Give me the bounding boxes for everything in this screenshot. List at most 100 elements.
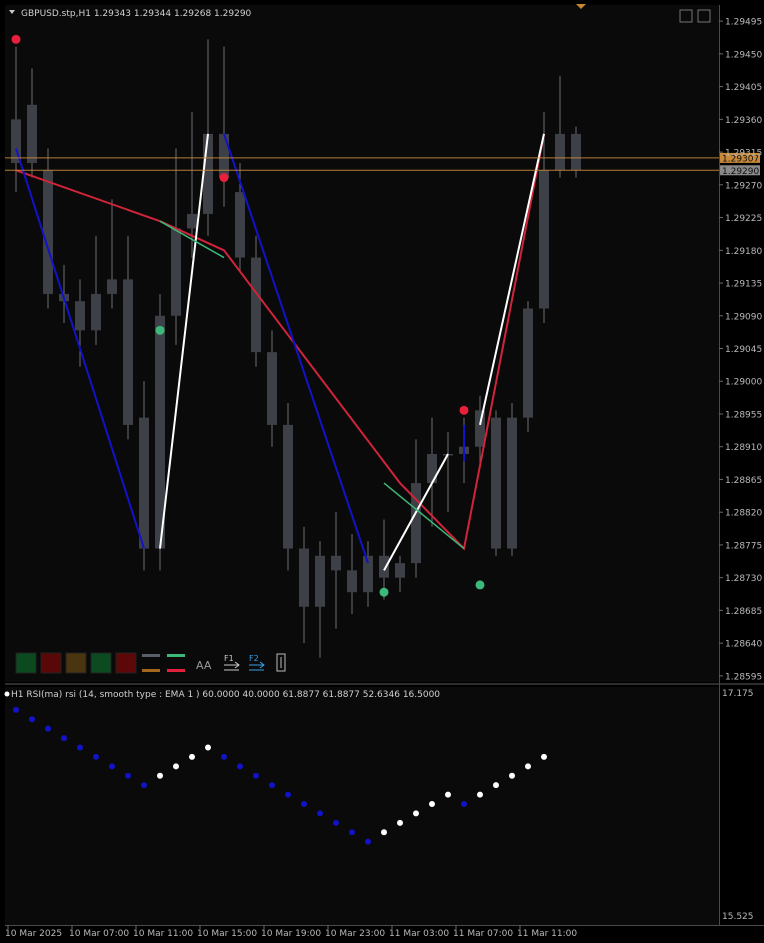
rsi-dot-blue [365,838,371,845]
rsi-dot-blue [125,772,131,779]
indicator-axis-bottom: 15.525 [722,912,754,922]
rsi-dot-blue [61,735,67,742]
candle-body [299,548,309,607]
price-axis-label: 1.28685 [725,607,762,617]
rsi-dot-blue [253,772,259,779]
trading-chart[interactable]: 1.293071.29290 1.294951.294501.294051.29… [0,0,764,943]
candle-body [379,555,389,578]
time-axis-label: 10 Mar 07:00 [69,929,129,939]
indicator-pane[interactable] [5,687,719,925]
candle-body [491,417,501,549]
price-axis-label: 1.28730 [725,574,762,584]
candle-body [347,570,357,593]
price-axis-label: 1.29090 [725,312,762,322]
candle-body [139,417,149,549]
svg-text:F1: F1 [224,654,234,663]
signal-dot-red [11,34,21,44]
price-axis-label: 1.28955 [725,410,762,420]
price-axis-label: 1.28910 [725,443,762,453]
rsi-dot-blue [461,801,467,807]
candle-body [507,417,517,549]
rsi-dot-blue [333,819,339,826]
candle-body [235,192,245,258]
price-axis-label: 1.28595 [725,672,762,682]
price-axis[interactable]: 1.29495 1.29450 1.29405 1.29360 1.29315 1.292… [719,18,762,683]
color-swatch-button[interactable] [40,652,62,674]
candle-body [91,293,101,331]
time-axis-label: 11 Mar 07:00 [453,929,513,939]
price-axis-label: 1.29405 [725,83,762,93]
time-axis-label: 10 Mar 15:00 [197,929,257,939]
candle-body [203,133,213,214]
price-axis-label: 1.29225 [725,214,762,224]
color-swatch-button[interactable] [15,652,37,674]
price-axis-label: 1.29135 [725,280,762,290]
candle-body [475,410,485,447]
rsi-dot-white [541,753,547,760]
candle-body [43,170,53,294]
rsi-dot-white [445,791,451,798]
time-axis-label: 11 Mar 11:00 [517,929,577,939]
candle-body [539,170,549,309]
signal-dot-green [379,587,389,597]
candle-body [331,555,341,571]
candle-body [315,555,325,607]
rsi-dot-blue [141,782,147,789]
color-swatch-button[interactable] [65,652,87,674]
rsi-dot-white [525,763,531,770]
rsi-dot-white [189,753,195,760]
price-axis-label: 1.29450 [725,50,762,60]
signal-dot-green [155,325,165,335]
signal-dot-red [459,405,469,415]
price-badge-label: 1.29290 [722,167,759,177]
price-axis-label: 1.28775 [725,541,762,551]
rsi-dot-blue [301,801,307,807]
candle-body [395,563,405,578]
candle-body [523,308,533,418]
candle-body [267,352,277,425]
candle-body [283,424,293,549]
svg-text:F2: F2 [249,654,259,663]
rsi-dot-blue [77,744,83,751]
rsi-dot-blue [237,763,243,770]
time-axis-label: 10 Mar 11:00 [133,929,193,939]
rsi-dot-blue [13,706,19,713]
rsi-dot-white [413,810,419,817]
rsi-dot-white [205,744,211,751]
rsi-dot-blue [109,763,115,770]
indicator-marker-icon [4,691,10,697]
price-axis-label: 1.29180 [725,247,762,257]
rsi-dot-white [493,782,499,789]
rsi-dot-blue [285,791,291,798]
candle-body [123,279,133,425]
rsi-dot-white [477,791,483,798]
price-axis-label: 1.28865 [725,476,762,486]
candle-body [187,213,197,229]
candle-body [555,133,565,171]
color-swatch-button[interactable] [115,652,137,674]
price-axis-label: 1.29270 [725,181,762,191]
rsi-dot-white [397,819,403,826]
color-swatch-button[interactable] [90,652,112,674]
candle-body [171,228,181,316]
rsi-dot-white [509,772,515,779]
time-axis-label: 11 Mar 03:00 [389,929,449,939]
rsi-dot-white [157,772,163,779]
price-axis-label: 1.29000 [725,378,762,388]
indicator-label: H1 RSI(ma) rsi (14, smooth type : EMA 1 … [11,690,440,700]
price-axis-label: 1.29495 [725,18,762,28]
price-axis-label: 1.28820 [725,509,762,519]
price-badge: 1.29290 [720,165,760,177]
main-pane[interactable] [5,5,719,682]
rsi-dot-white [381,829,387,836]
candle-body [219,133,229,178]
signal-dot-green [475,580,485,590]
font-size-button[interactable]: AA [196,659,212,672]
price-axis-label: 1.29360 [725,116,762,126]
rsi-dot-white [173,763,179,770]
rsi-dot-blue [269,782,275,789]
rsi-dot-blue [93,753,99,760]
candle-body [251,257,261,353]
rsi-dot-white [429,801,435,807]
time-axis-label: 10 Mar 19:00 [261,929,321,939]
